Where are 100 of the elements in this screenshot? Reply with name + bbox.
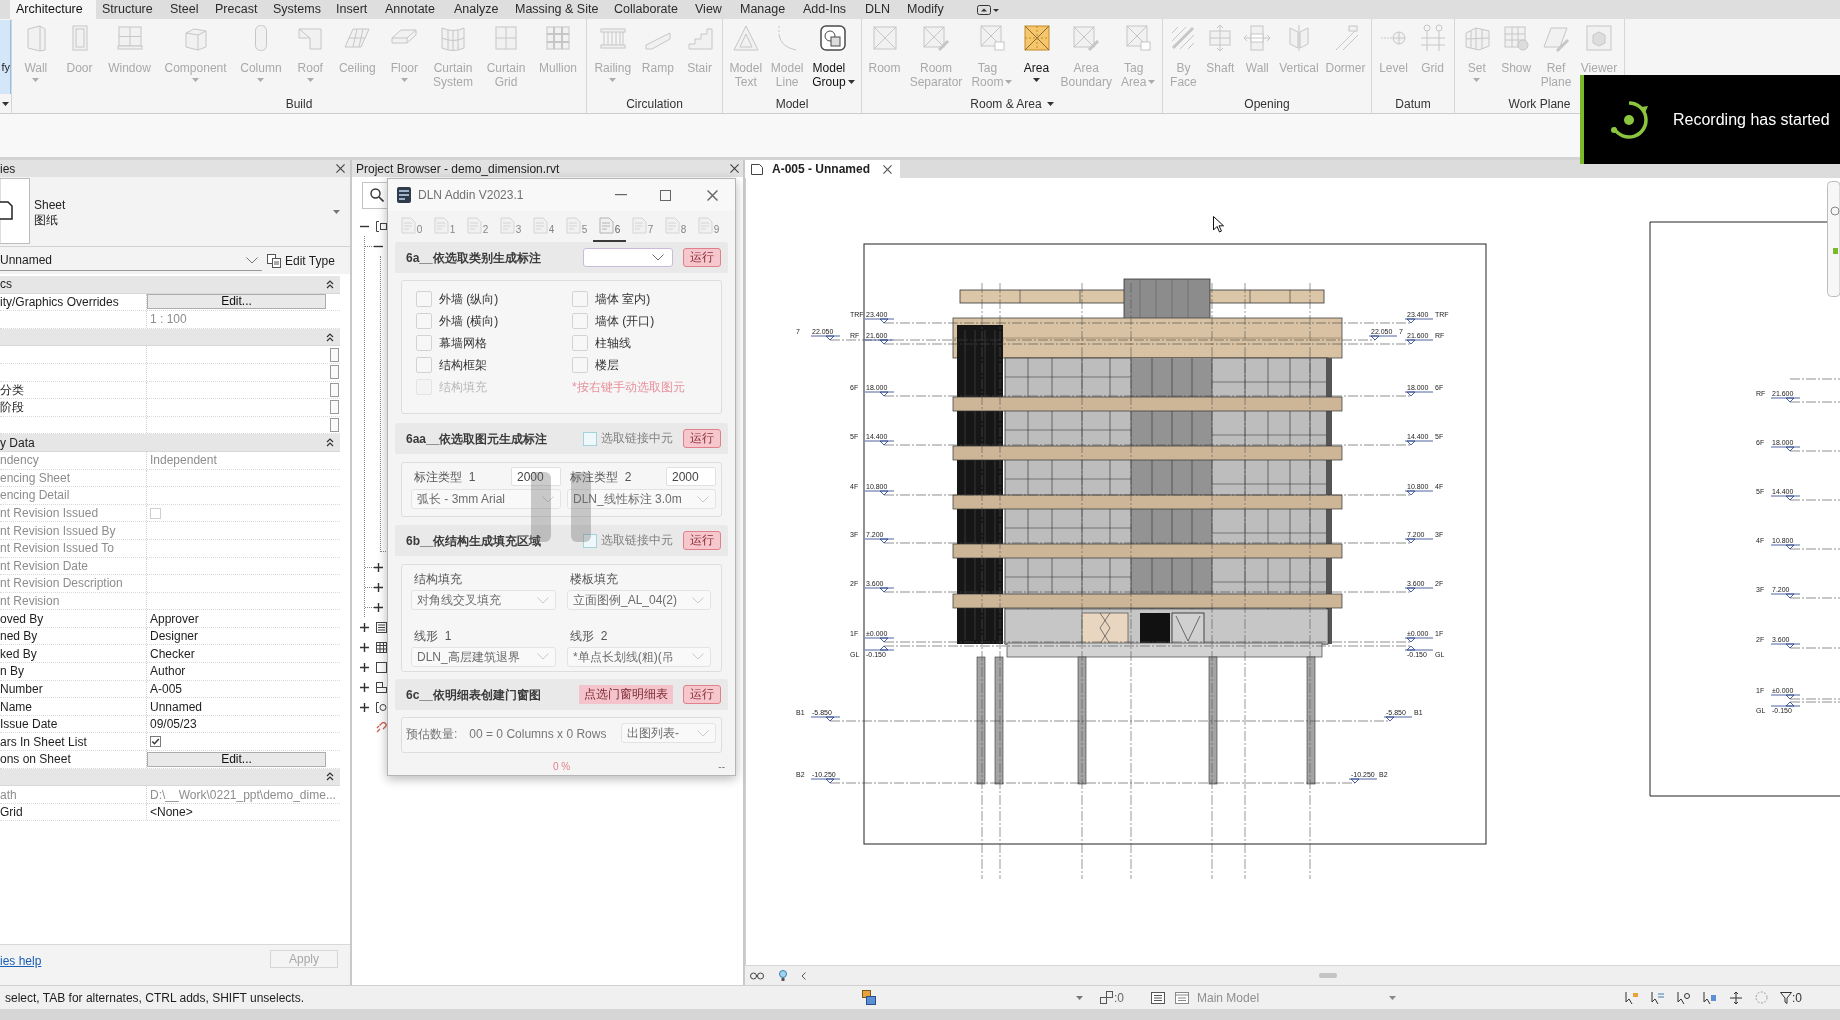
dropdown-field[interactable]: DLN_线性标注 3.0m <box>567 489 716 509</box>
lightbulb-icon[interactable] <box>779 970 787 981</box>
run-button[interactable]: 运行 <box>683 429 721 448</box>
dotted-circle-icon[interactable] <box>1755 991 1768 1004</box>
ribbon-tab[interactable]: Collaborate <box>608 0 689 19</box>
tool-tab[interactable]: 5 <box>560 211 593 242</box>
plus-icon[interactable] <box>374 562 383 572</box>
circle-icon[interactable] <box>1830 206 1840 216</box>
pick-schedule-button[interactable]: 点选门窗明细表 <box>579 685 673 704</box>
ribbon-tool-button[interactable]: Model Group <box>810 23 857 89</box>
browse-button[interactable] <box>329 382 339 397</box>
tool-tab[interactable]: 9 <box>692 211 725 242</box>
checkbox-label: 选取链接中元 <box>601 532 673 548</box>
modify-tool-button[interactable]: fy <box>0 20 11 94</box>
browse-button[interactable] <box>329 418 339 433</box>
section-header[interactable]: cs <box>0 276 340 294</box>
help-link[interactable]: ies help <box>0 952 42 970</box>
ribbon-tab[interactable]: Analyze <box>448 0 509 19</box>
ribbon-tab[interactable]: Systems <box>267 0 330 19</box>
ribbon-tab[interactable]: Precast <box>209 0 267 19</box>
ribbon-tab[interactable]: View <box>689 0 734 19</box>
ribbon-tab[interactable]: Modify <box>901 0 971 19</box>
tool-tab[interactable]: 8 <box>659 211 692 242</box>
number-input[interactable]: 2000 <box>666 467 716 486</box>
browse-button[interactable] <box>329 365 339 380</box>
scrollbar-thumb[interactable] <box>1319 973 1337 978</box>
cursor-layers-icon[interactable] <box>1651 990 1665 1005</box>
filter-icon[interactable] <box>1780 991 1792 1004</box>
stacked-boxes-icon[interactable] <box>862 990 876 1005</box>
cursor-link-icon[interactable] <box>1625 990 1639 1005</box>
ribbon-tab[interactable]: Structure <box>96 0 164 19</box>
ribbon-tab[interactable]: Manage <box>734 0 797 19</box>
dropdown-field[interactable]: 对角线交叉填充 <box>411 590 556 610</box>
ribbon-tab[interactable]: Insert <box>330 0 379 19</box>
document-tab[interactable]: A-005 - Unnamed <box>745 160 900 178</box>
checkbox[interactable] <box>583 431 597 446</box>
status-text: -- <box>718 759 725 774</box>
checkbox[interactable] <box>583 533 597 548</box>
run-button[interactable]: 运行 <box>683 531 721 550</box>
dropdown-field[interactable]: 出图列表- <box>621 723 716 743</box>
ribbon-tab[interactable]: Architecture <box>10 0 96 19</box>
ribbon-tab[interactable]: Steel <box>164 0 209 19</box>
collapse-icon[interactable] <box>326 772 334 782</box>
tool-tab[interactable]: 1 <box>428 211 461 242</box>
dropdown-field[interactable]: DLN_高层建筑退界 <box>411 646 556 667</box>
plus-icon[interactable] <box>374 602 383 612</box>
close-icon[interactable] <box>883 164 892 174</box>
dropdown-field[interactable]: *单点长划线(粗)(吊 <box>567 646 711 667</box>
collapse-icon[interactable] <box>326 438 334 448</box>
level-marker-icon <box>1404 637 1434 643</box>
close-icon[interactable] <box>336 164 345 173</box>
number-input[interactable]: 2000 <box>511 467 561 486</box>
run-button[interactable]: 运行 <box>683 248 721 267</box>
chevron-left-icon[interactable] <box>801 971 806 980</box>
type-selector[interactable]: Sheet 图纸 <box>0 177 350 247</box>
plus-icon[interactable] <box>374 582 383 592</box>
dropdown-field[interactable]: 弧长 - 3mm Arial <box>411 489 561 509</box>
edit-button[interactable]: Edit... <box>147 751 326 767</box>
window-list-icon[interactable] <box>1175 991 1189 1004</box>
move-cursor-icon[interactable] <box>1729 990 1743 1005</box>
close-icon[interactable] <box>730 164 739 173</box>
minimize-icon[interactable] <box>615 194 627 196</box>
ribbon-tab[interactable]: Massing & Site <box>509 0 608 19</box>
cursor-pin-icon[interactable] <box>1677 990 1691 1005</box>
collapse-icon[interactable] <box>326 279 334 289</box>
model-name[interactable]: Main Model <box>1197 988 1387 1007</box>
edit-type-button[interactable]: Edit Type <box>267 250 335 271</box>
tool-tab[interactable]: 2 <box>461 211 494 242</box>
browse-button[interactable] <box>329 400 339 415</box>
collapse-icon[interactable] <box>326 332 334 342</box>
ribbon-tab[interactable]: Annotate <box>379 0 448 19</box>
edit-button[interactable]: Edit... <box>147 294 326 310</box>
checkbox-label: 外墙 (纵向) <box>439 291 499 308</box>
close-icon[interactable] <box>707 189 718 201</box>
dropdown-field[interactable]: 立面图例_AL_04(2) <box>567 590 711 610</box>
section-header[interactable]: y Data <box>0 434 340 452</box>
panel-label[interactable]: Room & Area <box>970 96 1054 111</box>
plus-icon[interactable] <box>360 642 369 652</box>
tool-tab[interactable]: 3 <box>494 211 527 242</box>
tool-tab[interactable]: 7 <box>626 211 659 242</box>
linked-boxes-icon[interactable] <box>1100 991 1113 1004</box>
browse-button[interactable] <box>329 347 339 362</box>
list-icon[interactable] <box>1151 991 1165 1004</box>
tool-tab[interactable]: 0 <box>395 211 428 242</box>
run-button[interactable]: 运行 <box>683 685 721 704</box>
instance-dropdown[interactable]: Unnamed <box>0 250 262 271</box>
maximize-icon[interactable] <box>660 189 671 201</box>
plus-icon[interactable] <box>360 662 369 672</box>
checkbox[interactable] <box>150 736 161 748</box>
ribbon-tab[interactable]: DLN <box>859 0 901 19</box>
toast-message: Recording has started <box>1673 109 1830 130</box>
ribbon-tool-button[interactable]: Area <box>1019 23 1054 82</box>
plus-icon[interactable] <box>360 682 369 692</box>
plus-icon[interactable] <box>360 702 369 712</box>
tool-tab[interactable]: 4 <box>527 211 560 242</box>
ribbon-tab[interactable]: Add-Ins <box>797 0 859 19</box>
panel-toggle-icon[interactable] <box>977 4 1000 15</box>
cursor-face-icon[interactable] <box>1703 990 1717 1005</box>
plus-icon[interactable] <box>360 622 369 632</box>
glasses-icon[interactable] <box>750 971 764 980</box>
